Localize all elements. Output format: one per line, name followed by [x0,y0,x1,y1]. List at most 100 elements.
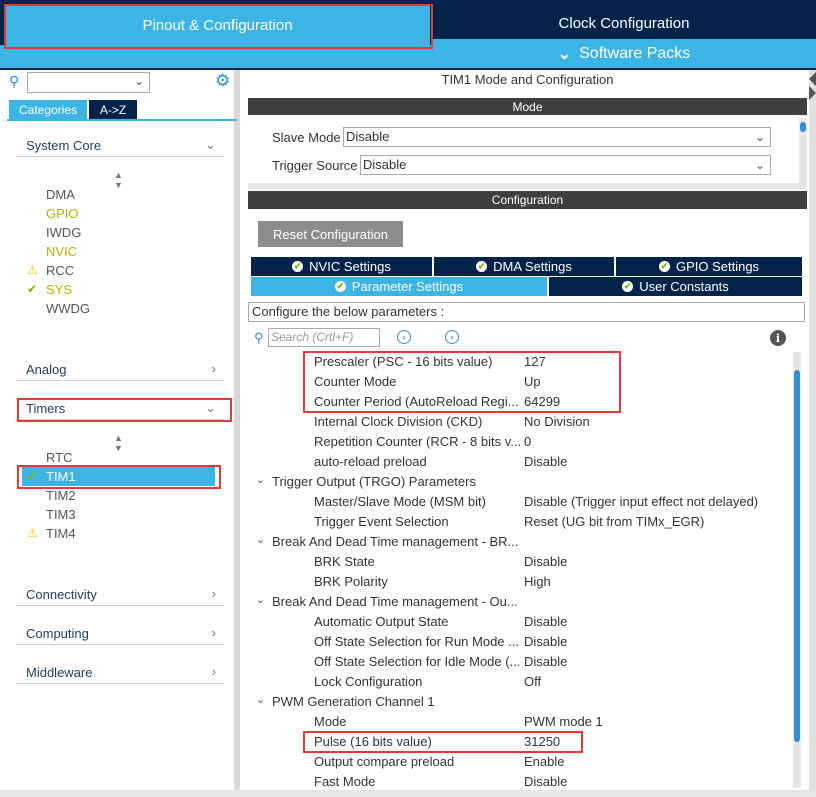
param-value: High [524,574,551,589]
tab-gpio-settings[interactable]: ✔ GPIO Settings [616,257,802,276]
param-row[interactable]: Off State Selection for Idle Mode (... Di… [248,652,788,672]
param-row[interactable]: Prescaler (PSC - 16 bits value) 127 [248,352,788,372]
tab-clock-label: Clock Configuration [558,14,690,32]
param-row[interactable]: Automatic Output State Disable [248,612,788,632]
param-name: Internal Clock Division (CKD) [314,414,483,429]
parameter-search-input[interactable]: Search (Crtl+F) [268,328,380,347]
param-row[interactable]: Repetition Counter (RCR - 8 bits v... 0 [248,432,788,452]
tab-dma-settings[interactable]: ✔ DMA Settings [434,257,614,276]
checkmark-icon: ✔ [658,261,670,272]
parameter-hint: Configure the below parameters : [248,302,805,322]
list-item-label: TIM1 [46,469,76,484]
section-system-core[interactable]: System Core ⌄ [16,135,224,157]
list-item-nvic[interactable]: NVIC [46,244,77,259]
section-computing[interactable]: Computing › [16,623,224,645]
parameter-scrollbar-thumb[interactable] [794,370,800,742]
section-system-core-label: System Core [26,138,102,153]
trigger-source-select[interactable]: Disable ⌄ [360,155,771,175]
tab-a-to-z[interactable]: A->Z [89,100,137,119]
info-icon[interactable]: i [770,330,786,346]
sort-icon[interactable]: ▲ ▼ [114,433,123,453]
param-row[interactable]: Lock Configuration Off [248,672,788,692]
param-group-header[interactable]: ⌄ Trigger Output (TRGO) Parameters [248,472,788,492]
param-row[interactable]: Pulse (16 bits value) 31250 [248,732,788,752]
list-item-tim4[interactable]: ⚠ TIM4 [27,526,76,541]
list-item-tim3[interactable]: TIM3 [46,507,76,522]
checkmark-icon: ✔ [27,469,38,483]
param-value: No Division [524,414,590,429]
checkmark-icon: ✔ [622,281,634,292]
param-row[interactable]: Counter Mode Up [248,372,788,392]
bottom-scrollbar[interactable] [0,790,816,797]
param-row[interactable]: Fast Mode Disable [248,772,788,788]
list-item-gpio[interactable]: GPIO [46,206,79,221]
search-combo[interactable]: ⌄ [27,72,150,93]
param-name: Fast Mode [314,774,376,788]
slave-mode-label: Slave Mode [272,130,341,145]
param-row[interactable]: Master/Slave Mode (MSM bit) Disable (Trig… [248,492,788,512]
param-value: 0 [524,434,532,449]
param-row[interactable]: Trigger Event Selection Reset (UG bit fro… [248,512,788,532]
param-name: Output compare preload [314,754,455,769]
sort-icon[interactable]: ▲ ▼ [114,170,123,190]
tab-a-to-z-label: A->Z [99,102,127,117]
list-item-iwdg[interactable]: IWDG [46,225,81,240]
param-group-header[interactable]: ⌄ Break And Dead Time management - Ou... [248,592,788,612]
list-item-wwdg[interactable]: WWDG [46,301,90,316]
list-item-rcc[interactable]: ⚠ RCC [27,263,74,278]
software-packs-label: Software Packs [579,44,691,62]
list-item-sys[interactable]: ✔ SYS [27,282,72,297]
param-group-header[interactable]: ⌄ PWM Generation Channel 1 [248,692,788,712]
reset-configuration-button[interactable]: Reset Configuration [258,221,403,247]
list-item-tim2[interactable]: TIM2 [46,488,76,503]
trigger-source-label: Trigger Source [272,158,358,173]
section-computing-label: Computing [26,626,89,641]
previous-result-icon[interactable]: ‹ [397,330,411,344]
param-row[interactable]: auto-reload preload Disable [248,452,788,472]
section-connectivity[interactable]: Connectivity › [16,584,224,606]
param-name: Lock Configuration [314,674,423,689]
tab-nvic-settings[interactable]: ✔ NVIC Settings [251,257,432,276]
tab-dma-label: DMA Settings [493,259,572,274]
tab-categories[interactable]: Categories [9,100,87,119]
list-item-dma[interactable]: DMA [46,187,75,202]
mode-scrollbar-thumb[interactable] [800,122,806,132]
param-value: Disable (Trigger input effect not delaye… [524,494,759,509]
param-row[interactable]: Off State Selection for Run Mode ... Disa… [248,632,788,652]
param-row[interactable]: Counter Period (AutoReload Regi... 64299 [248,392,788,412]
category-tab-divider [7,119,237,121]
param-value: Up [524,374,541,389]
configuration-header: Configuration [248,191,807,209]
tab-clock-configuration[interactable]: Clock Configuration [432,7,816,39]
param-row[interactable]: BRK State Disable [248,552,788,572]
section-middleware[interactable]: Middleware › [16,662,224,684]
right-edge-strip [809,70,816,797]
tab-pinout-configuration[interactable]: Pinout & Configuration [5,5,430,45]
slave-mode-select[interactable]: Disable ⌄ [343,127,771,147]
tab-parameter-settings[interactable]: ✔ Parameter Settings [251,277,547,296]
list-item-label: RTC [46,450,73,465]
list-item-label: NVIC [46,244,78,259]
param-name: BRK State [314,554,375,569]
list-item-label: DMA [46,187,75,202]
section-analog-label: Analog [26,362,67,377]
next-result-icon[interactable]: › [445,330,459,344]
param-row[interactable]: Internal Clock Division (CKD) No Division [248,412,788,432]
tab-user-constants[interactable]: ✔ User Constants [549,277,802,296]
software-packs-menu[interactable]: ⌄ Software Packs [432,39,816,68]
param-row[interactable]: Output compare preload Enable [248,752,788,772]
gear-icon[interactable]: ⚙ [215,71,230,91]
list-item-rtc[interactable]: RTC [46,450,72,465]
search-icon: ⚲ [254,330,264,345]
list-item-tim1[interactable]: ✔ TIM1 [27,469,76,484]
pane-splitter[interactable] [248,183,807,189]
param-group-header[interactable]: ⌄ Break And Dead Time management - BR... [248,532,788,552]
group-name: Break And Dead Time management - Ou... [272,594,518,609]
param-value: Disable [524,774,568,788]
param-row[interactable]: Mode PWM mode 1 [248,712,788,732]
section-timers[interactable]: Timers ⌄ [16,398,224,420]
section-analog[interactable]: Analog › [16,359,224,381]
group-name: Trigger Output (TRGO) Parameters [272,474,476,489]
param-row[interactable]: BRK Polarity High [248,572,788,592]
group-name: Break And Dead Time management - BR... [272,534,519,549]
